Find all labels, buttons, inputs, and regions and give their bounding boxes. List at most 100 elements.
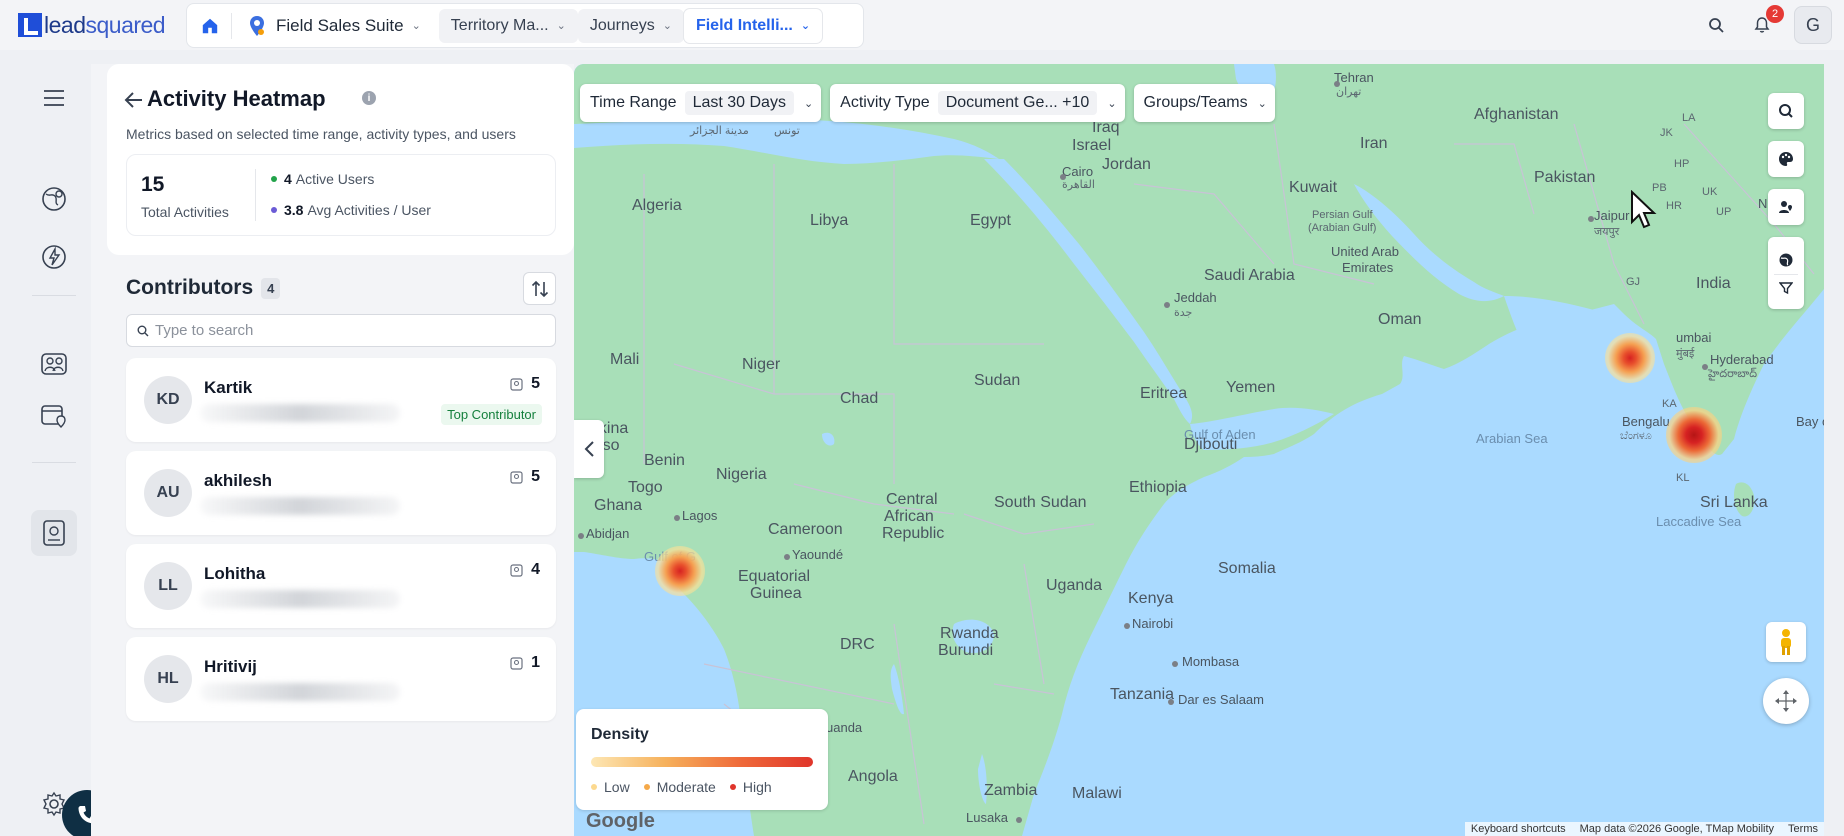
groups-filter[interactable]: Groups/Teams ⌄ [1133, 84, 1275, 122]
map-label: जयपुर [1594, 226, 1620, 238]
time-range-filter[interactable]: Time Range Last 30 Days ⌄ [580, 84, 822, 122]
map-label: Lusaka [966, 810, 1008, 825]
team-icon [41, 353, 67, 375]
chevron-down-icon: ⌄ [662, 20, 672, 32]
globe-icon[interactable] [1778, 252, 1794, 268]
contributor-card[interactable]: KD Kartik 5 Top Contributor [126, 358, 556, 442]
contributors-heading: Contributors 4 [126, 276, 281, 300]
map-label: (Arabian Gulf) [1308, 222, 1377, 234]
map-label: African [884, 508, 934, 525]
contributor-name: akhilesh [204, 471, 273, 490]
heat-spot[interactable] [655, 546, 705, 596]
map-label: Saudi Arabia [1204, 267, 1295, 284]
total-activities-label: Total Activities [141, 204, 229, 220]
map-label: تهران [1336, 86, 1362, 98]
density-gradient-bar [591, 757, 813, 767]
street-view-button[interactable] [1766, 622, 1806, 662]
map-label: Malawi [1072, 785, 1122, 802]
map-label: Benin [644, 452, 685, 469]
map-label: Bengalu [1622, 414, 1670, 429]
map-attribution: Keyboard shortcuts Map data ©2026 Google… [1464, 822, 1824, 836]
notifications-button[interactable]: 2 [1748, 5, 1784, 39]
map-label: DRC [840, 636, 875, 653]
search-icon [137, 325, 149, 336]
contributor-card[interactable]: HL Hritivij 1 [126, 637, 556, 721]
map-style-button[interactable] [1768, 141, 1804, 177]
map-label: Yaoundé [792, 547, 844, 562]
info-icon[interactable]: i [362, 91, 376, 105]
rail-activity-button[interactable] [36, 239, 72, 275]
avatar: LL [144, 562, 192, 610]
heat-spot[interactable] [1666, 407, 1722, 463]
search-input[interactable] [155, 322, 535, 339]
contributor-name: Kartik [204, 378, 253, 397]
user-avatar[interactable]: G [1794, 6, 1832, 44]
map-label: Zambia [984, 782, 1038, 799]
rail-schedule-button[interactable] [36, 397, 72, 433]
map-label: UK [1702, 186, 1718, 198]
menu-button[interactable] [36, 80, 72, 116]
pan-control-button[interactable] [1763, 678, 1809, 724]
chevron-left-icon [584, 441, 594, 457]
map-label: Ethiopia [1129, 479, 1187, 496]
map-label: Algeria [632, 197, 682, 214]
chevron-down-icon: ⌄ [1257, 97, 1267, 110]
map-label: Laccadive Sea [1656, 514, 1742, 529]
stats-card: 15 Total Activities 4 Active Users 3.8 Avg… [126, 154, 556, 236]
hamburger-icon [44, 90, 64, 106]
city-marker [1172, 661, 1178, 667]
map-label: Uganda [1046, 577, 1103, 594]
map-label: Hyderabad [1710, 352, 1774, 367]
rail-heatmap-button[interactable] [31, 510, 77, 556]
search-button[interactable] [1702, 11, 1730, 39]
map-label: Persian Gulf [1312, 209, 1373, 221]
avatar: KD [144, 376, 192, 424]
blurred-detail [200, 590, 400, 608]
city-marker [1702, 364, 1708, 370]
terms-link[interactable]: Terms [1788, 823, 1818, 835]
avatar: HL [144, 655, 192, 703]
map-label: Arabian Sea [1476, 431, 1548, 446]
collapse-panel-button[interactable] [574, 420, 604, 478]
rail-users-button[interactable] [36, 346, 72, 382]
contributor-card[interactable]: LL Lohitha 4 [126, 544, 556, 628]
back-arrow-icon[interactable] [123, 89, 145, 111]
map-label: Sudan [974, 372, 1021, 389]
city-marker [1060, 174, 1066, 180]
blurred-detail [200, 404, 400, 422]
globe-pin-icon [42, 187, 66, 211]
density-legend: Density Low Moderate High [576, 709, 828, 810]
city-marker [784, 554, 790, 560]
map-label: Yemen [1226, 379, 1276, 396]
contributor-card[interactable]: AU akhilesh 5 [126, 451, 556, 535]
tab-territory[interactable]: Territory Ma... ⌄ [438, 8, 578, 43]
map-label: Oman [1378, 311, 1422, 328]
contributor-search[interactable] [126, 314, 556, 347]
tab-journeys[interactable]: Journeys ⌄ [577, 8, 684, 43]
map-users-toggle[interactable] [1768, 189, 1804, 225]
pegman-icon [1781, 629, 1791, 655]
map-label: Israel [1072, 137, 1112, 154]
activity-type-filter[interactable]: Activity Type Document Ge... +10 ⌄ [830, 84, 1125, 122]
keyboard-shortcuts-link[interactable]: Keyboard shortcuts [1471, 823, 1566, 835]
activity-icon [510, 377, 523, 391]
rail-territory-button[interactable] [36, 181, 72, 217]
google-logo: Google [586, 810, 655, 832]
leadsquared-logo[interactable]: leadsquared [18, 10, 166, 40]
filter-icon[interactable] [1779, 281, 1793, 295]
suite-switcher[interactable]: Field Sales Suite ⌄ [236, 9, 433, 43]
heatmap-map[interactable]: Tehran تهران Afghanistan Iraq Iran Israe… [574, 64, 1824, 836]
home-button[interactable] [193, 9, 227, 43]
tab-field-intelligence[interactable]: Field Intelli... ⌄ [683, 8, 823, 43]
map-label: Djibouti [1184, 436, 1238, 453]
city-marker [674, 515, 680, 521]
active-users-stat: 4 Active Users [271, 171, 374, 187]
map-pin-icon [250, 15, 264, 36]
map-label: N [1758, 196, 1768, 211]
panel-header: Activity Heatmap i Metrics based on sele… [107, 64, 574, 255]
map-zoom-search-button[interactable] [1768, 93, 1804, 129]
map-label: Burundi [938, 642, 994, 659]
sort-button[interactable] [523, 272, 556, 305]
heat-spot[interactable] [1605, 333, 1655, 383]
map-label: Tanzania [1110, 686, 1175, 703]
